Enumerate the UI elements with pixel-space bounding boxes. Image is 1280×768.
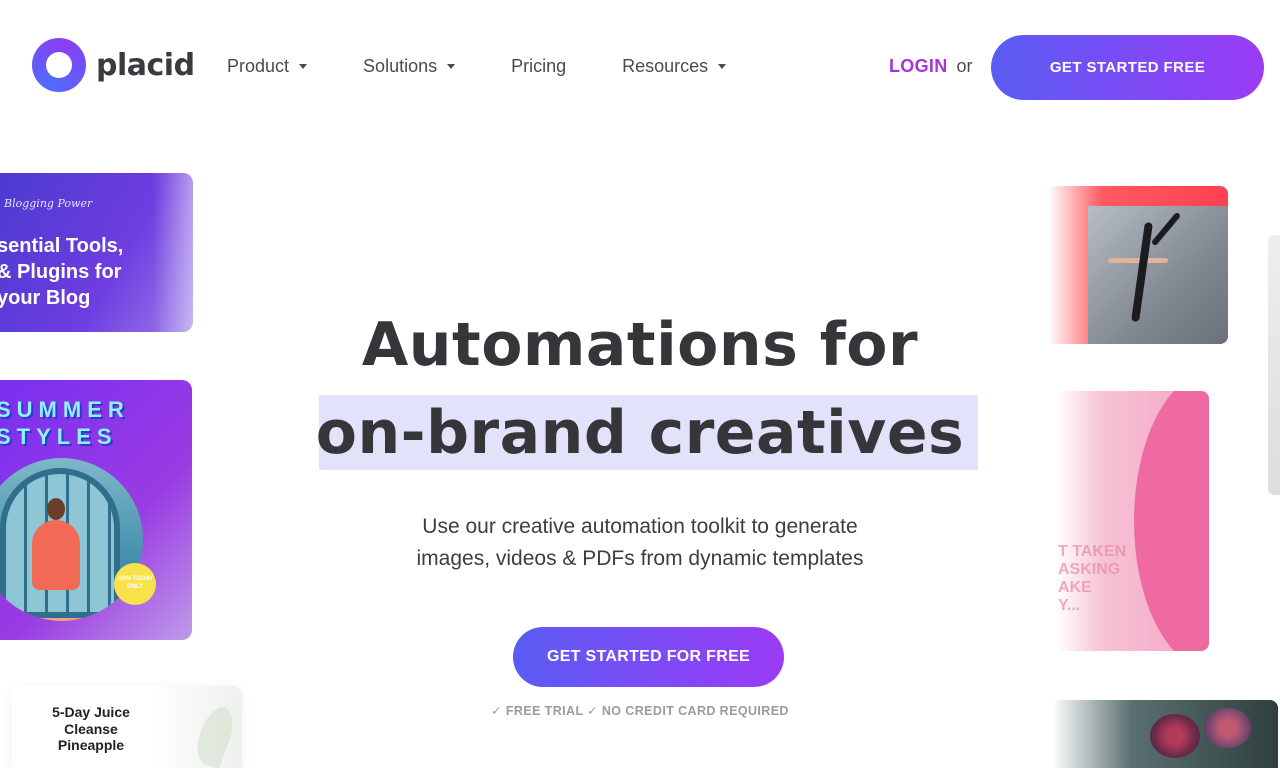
sample-card-juice: 5-Day Juice Cleanse Pineapple: [12, 686, 242, 768]
caret-down-icon: [447, 64, 456, 69]
login-or-text: or: [956, 56, 973, 76]
caret-down-icon: [299, 64, 308, 69]
nav-resources-label: Resources: [622, 56, 709, 76]
card-fade: [153, 173, 193, 332]
login-link[interactable]: LOGIN: [889, 56, 948, 77]
yoga-figure-arm: [1108, 258, 1168, 263]
login-area: LOGIN or: [889, 56, 973, 77]
hero-subtitle: Use our creative automation toolkit to g…: [416, 515, 864, 570]
placid-logo-icon: [32, 38, 86, 92]
logo-text: placid: [96, 47, 195, 83]
get-started-free-button[interactable]: GET STARTED FREE: [991, 35, 1264, 100]
caret-down-icon: [718, 64, 727, 69]
placid-logo[interactable]: placid: [32, 38, 195, 92]
nav-pricing[interactable]: Pricing: [511, 56, 566, 77]
nav-pricing-label: Pricing: [511, 56, 567, 76]
sample-card-blog: Blogging Power sential Tools, & Plugins …: [0, 173, 193, 332]
nav-resources[interactable]: Resources: [622, 56, 727, 77]
nav-product[interactable]: Product: [227, 56, 308, 77]
nav-solutions-label: Solutions: [363, 56, 438, 76]
main-nav: Product Solutions Pricing Resources: [227, 56, 782, 77]
trial-note: ✓ FREE TRIAL ✓ NO CREDIT CARD REQUIRED: [491, 704, 789, 718]
get-started-for-free-button[interactable]: GET STARTED FOR FREE: [513, 627, 784, 687]
blog-card-caption: Blogging Power: [4, 197, 93, 210]
nav-solutions[interactable]: Solutions: [363, 56, 456, 77]
fig-fruit-image: [1150, 714, 1200, 758]
hero-title-line1: Automations for: [361, 310, 919, 380]
nav-product-label: Product: [227, 56, 290, 76]
blog-card-headline: sential Tools, & Plugins for your Blog: [0, 235, 124, 309]
site-header: placid Product Solutions Pricing Resourc…: [0, 0, 1280, 130]
hero-title-line2: on-brand creatives: [315, 398, 965, 468]
